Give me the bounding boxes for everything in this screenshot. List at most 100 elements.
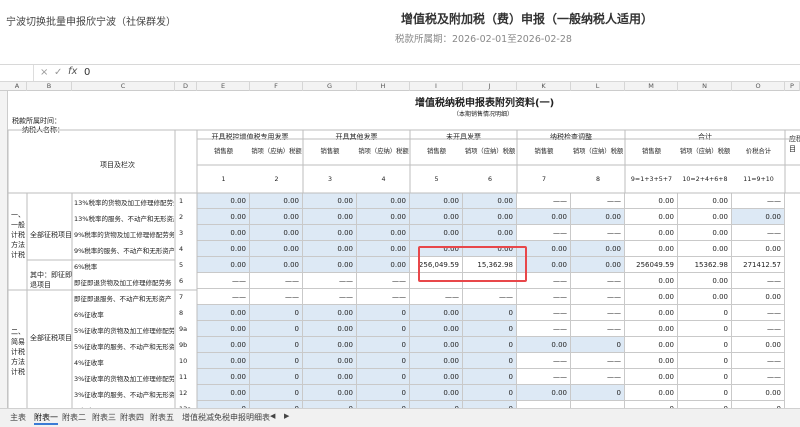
spreadsheet-grid[interactable]: ABCDEFGHIJKLMNOP 增值税纳税申报表附列资料(一) （本期销售情况…	[0, 82, 800, 408]
table-cell[interactable]: 0	[357, 353, 410, 369]
table-cell[interactable]: 0.00	[625, 369, 678, 385]
table-cell[interactable]: 0	[357, 305, 410, 321]
table-cell[interactable]: 0.00	[732, 241, 785, 257]
table-cell[interactable]: 0.00	[678, 273, 732, 289]
formula-input[interactable]: 0	[84, 67, 90, 78]
column-header[interactable]: G	[303, 82, 357, 91]
table-cell[interactable]: 0	[250, 321, 303, 337]
sheet-tab[interactable]: 附表一	[34, 412, 58, 425]
table-cell[interactable]: 0	[463, 401, 517, 408]
table-cell[interactable]: 0.00	[197, 337, 250, 353]
sheet-tab[interactable]: 主表	[10, 412, 26, 423]
table-cell[interactable]: 0.00	[625, 353, 678, 369]
table-cell[interactable]: 0.00	[303, 385, 357, 401]
column-header[interactable]: F	[250, 82, 303, 91]
table-cell[interactable]: 0.00	[732, 385, 785, 401]
table-cell[interactable]: 0	[678, 401, 732, 408]
tab-next-icon[interactable]: ▶	[284, 412, 289, 420]
table-cell[interactable]: 0.00	[625, 273, 678, 289]
column-header[interactable]: D	[175, 82, 197, 91]
table-cell[interactable]: 0.00	[250, 241, 303, 257]
table-cell[interactable]: 0.00	[463, 225, 517, 241]
table-cell[interactable]: 0.00	[732, 337, 785, 353]
column-header[interactable]: M	[625, 82, 678, 91]
table-cell[interactable]: 0.00	[410, 305, 463, 321]
table-cell[interactable]: 0.00	[625, 225, 678, 241]
table-cell[interactable]: 0.00	[678, 209, 732, 225]
table-cell[interactable]: 0.00	[357, 193, 410, 209]
table-cell[interactable]: 0	[197, 401, 250, 408]
table-cell[interactable]: 0.00	[250, 257, 303, 273]
table-cell[interactable]: 0.00	[197, 321, 250, 337]
table-cell[interactable]: 0.00	[303, 257, 357, 273]
table-cell[interactable]: 0	[357, 369, 410, 385]
table-cell[interactable]: 0.00	[303, 225, 357, 241]
sheet-tab[interactable]: 附表二	[62, 412, 86, 423]
table-cell[interactable]: 0.00	[463, 209, 517, 225]
name-box[interactable]	[0, 65, 34, 81]
table-cell[interactable]: 0.00	[625, 337, 678, 353]
table-cell[interactable]: 15362.98	[678, 257, 732, 273]
sheet-tab[interactable]: 附表五	[150, 412, 174, 423]
table-cell[interactable]: 0	[571, 337, 625, 353]
table-cell[interactable]: 0	[250, 385, 303, 401]
table-cell[interactable]: 0.00	[410, 353, 463, 369]
table-cell[interactable]: 0	[463, 305, 517, 321]
table-cell[interactable]: 0.00	[625, 241, 678, 257]
column-header[interactable]: B	[27, 82, 72, 91]
table-cell[interactable]: 0	[571, 385, 625, 401]
table-cell[interactable]: 0.00	[571, 241, 625, 257]
sheet-tab[interactable]: 增值税减免税申报明细表	[182, 412, 270, 423]
table-cell[interactable]: 0	[250, 305, 303, 321]
column-header[interactable]: L	[571, 82, 625, 91]
table-cell[interactable]: 0.00	[517, 209, 571, 225]
table-cell[interactable]: 0.00	[571, 209, 625, 225]
table-cell[interactable]: 0.00	[197, 257, 250, 273]
table-cell[interactable]: 0.00	[410, 225, 463, 241]
table-cell[interactable]: 0	[463, 353, 517, 369]
table-cell[interactable]: 0.00	[678, 289, 732, 305]
table-cell[interactable]: 0.00	[463, 193, 517, 209]
table-cell[interactable]: 0.00	[197, 209, 250, 225]
table-cell[interactable]: 0.00	[410, 321, 463, 337]
table-cell[interactable]: 0.00	[678, 193, 732, 209]
table-cell[interactable]: 0.00	[517, 385, 571, 401]
table-cell[interactable]: 0.00	[410, 209, 463, 225]
table-cell[interactable]: 0.00	[678, 241, 732, 257]
table-cell[interactable]: 0.00	[357, 225, 410, 241]
table-cell[interactable]: 0	[357, 321, 410, 337]
table-cell[interactable]: 0.00	[197, 385, 250, 401]
table-cell[interactable]: 0	[250, 401, 303, 408]
table-cell[interactable]: 0	[678, 385, 732, 401]
table-cell[interactable]: 0.00	[303, 337, 357, 353]
tab-prev-icon[interactable]: ◀	[270, 412, 275, 420]
table-cell[interactable]: 0.00	[303, 321, 357, 337]
table-cell[interactable]: 0.00	[517, 337, 571, 353]
table-cell[interactable]: 0	[303, 401, 357, 408]
table-cell[interactable]: 271412.57	[732, 257, 785, 273]
table-cell[interactable]: 0.00	[357, 209, 410, 225]
fx-icon[interactable]: fx	[68, 66, 77, 77]
column-header[interactable]: P	[785, 82, 800, 91]
table-cell[interactable]: 0.00	[625, 305, 678, 321]
table-cell[interactable]: 0.00	[250, 193, 303, 209]
table-cell[interactable]: 0	[463, 369, 517, 385]
column-header[interactable]: K	[517, 82, 571, 91]
table-cell[interactable]: 0	[357, 385, 410, 401]
column-header[interactable]: N	[678, 82, 732, 91]
table-cell[interactable]: 0	[678, 353, 732, 369]
table-cell[interactable]: 256049.59	[625, 257, 678, 273]
table-cell[interactable]: 0.00	[197, 369, 250, 385]
column-header[interactable]: J	[463, 82, 517, 91]
table-cell[interactable]: 0.00	[571, 257, 625, 273]
table-cell[interactable]: 0	[250, 353, 303, 369]
table-cell[interactable]: 0.00	[303, 353, 357, 369]
table-cell[interactable]: 0	[463, 337, 517, 353]
table-cell[interactable]: 0.00	[197, 241, 250, 257]
table-cell[interactable]: 0.00	[625, 209, 678, 225]
table-cell[interactable]: 0	[463, 385, 517, 401]
table-cell[interactable]: 0.00	[410, 193, 463, 209]
table-cell[interactable]: 0.00	[625, 321, 678, 337]
column-header[interactable]: O	[732, 82, 785, 91]
table-cell[interactable]: 0	[357, 401, 410, 408]
